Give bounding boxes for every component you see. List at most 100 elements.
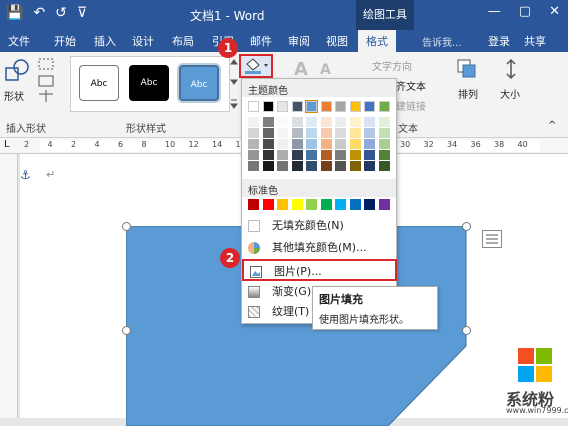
theme-shade-swatch[interactable] bbox=[378, 150, 390, 160]
theme-shade-swatch[interactable] bbox=[335, 117, 346, 127]
tab-review[interactable]: 审阅 bbox=[288, 33, 310, 49]
customize-qat-icon[interactable]: ⊽ bbox=[77, 5, 87, 21]
theme-color-swatch[interactable] bbox=[291, 101, 303, 112]
theme-shade-swatch[interactable] bbox=[291, 128, 303, 138]
standard-color-swatch[interactable] bbox=[306, 199, 317, 210]
theme-shade-swatch[interactable] bbox=[277, 139, 288, 149]
edit-shape-icons[interactable] bbox=[36, 56, 58, 106]
vertical-ruler[interactable] bbox=[0, 154, 18, 418]
theme-shade-swatch[interactable] bbox=[335, 161, 346, 171]
theme-shade-swatch[interactable] bbox=[320, 139, 332, 149]
theme-shade-swatch[interactable] bbox=[306, 139, 317, 149]
share-button[interactable]: 共享 bbox=[524, 33, 546, 49]
theme-shade-swatch[interactable] bbox=[306, 128, 317, 138]
theme-shade-swatch[interactable] bbox=[349, 150, 361, 160]
standard-color-swatch[interactable] bbox=[364, 199, 375, 210]
standard-color-swatch[interactable] bbox=[277, 199, 288, 210]
theme-color-swatch[interactable] bbox=[248, 101, 259, 112]
theme-shade-swatch[interactable] bbox=[364, 161, 375, 171]
arrange-icon[interactable] bbox=[456, 58, 478, 80]
theme-color-swatch[interactable] bbox=[262, 101, 274, 112]
theme-shade-swatch[interactable] bbox=[364, 150, 375, 160]
theme-shade-swatch[interactable] bbox=[291, 161, 303, 171]
resize-handle-top-left[interactable] bbox=[122, 222, 131, 231]
theme-shade-swatch[interactable] bbox=[262, 161, 274, 171]
layout-options-icon[interactable] bbox=[482, 230, 502, 248]
resize-handle-left[interactable] bbox=[122, 326, 131, 335]
theme-shade-swatch[interactable] bbox=[378, 128, 390, 138]
theme-shade-swatch[interactable] bbox=[349, 128, 361, 138]
theme-shade-swatch[interactable] bbox=[320, 128, 332, 138]
tab-design[interactable]: 设计 bbox=[132, 33, 154, 49]
standard-color-swatch[interactable] bbox=[262, 199, 274, 210]
tab-selector[interactable]: L bbox=[4, 139, 10, 150]
text-direction-button[interactable]: 文字方向 bbox=[372, 58, 412, 73]
standard-color-swatch[interactable] bbox=[320, 199, 332, 210]
resize-handle-top-right[interactable] bbox=[462, 222, 471, 231]
theme-shade-swatch[interactable] bbox=[262, 128, 274, 138]
standard-color-swatch[interactable] bbox=[335, 199, 346, 210]
style-sample-outline[interactable]: Abc bbox=[79, 65, 119, 101]
style-sample-black[interactable]: Abc bbox=[129, 65, 169, 101]
theme-shade-swatch[interactable] bbox=[335, 128, 346, 138]
undo-icon[interactable]: ↶ bbox=[33, 5, 45, 21]
theme-color-swatch[interactable] bbox=[378, 101, 390, 112]
tab-layout[interactable]: 布局 bbox=[172, 33, 194, 49]
tell-me-search[interactable]: 告诉我... bbox=[422, 34, 462, 49]
theme-shade-swatch[interactable] bbox=[364, 139, 375, 149]
theme-shade-swatch[interactable] bbox=[291, 150, 303, 160]
resize-handle-right[interactable] bbox=[462, 326, 471, 335]
size-icon[interactable] bbox=[500, 58, 522, 80]
theme-color-swatch[interactable] bbox=[364, 101, 375, 112]
theme-color-swatch[interactable] bbox=[349, 101, 361, 112]
theme-shade-swatch[interactable] bbox=[349, 161, 361, 171]
align-text-button[interactable]: 齐文本 bbox=[396, 78, 426, 93]
tab-mailings[interactable]: 邮件 bbox=[250, 33, 272, 49]
theme-shade-swatch[interactable] bbox=[349, 139, 361, 149]
theme-shade-swatch[interactable] bbox=[349, 117, 361, 127]
theme-shade-swatch[interactable] bbox=[277, 150, 288, 160]
theme-shade-swatch[interactable] bbox=[335, 139, 346, 149]
theme-shade-swatch[interactable] bbox=[277, 117, 288, 127]
style-sample-blue[interactable]: Abc bbox=[179, 65, 219, 101]
theme-shade-swatch[interactable] bbox=[378, 139, 390, 149]
theme-shade-swatch[interactable] bbox=[248, 139, 259, 149]
redo-icon[interactable]: ↺ bbox=[55, 5, 67, 21]
tab-view[interactable]: 视图 bbox=[326, 33, 348, 49]
theme-shade-swatch[interactable] bbox=[262, 139, 274, 149]
restore-button[interactable]: ▢ bbox=[519, 4, 531, 19]
theme-shade-swatch[interactable] bbox=[277, 161, 288, 171]
theme-shade-swatch[interactable] bbox=[306, 150, 317, 160]
standard-color-swatch[interactable] bbox=[291, 199, 303, 210]
theme-shade-swatch[interactable] bbox=[291, 117, 303, 127]
standard-color-swatch[interactable] bbox=[248, 199, 259, 210]
shape-fill-button[interactable] bbox=[239, 54, 273, 78]
shapes-icon[interactable] bbox=[4, 58, 30, 84]
size-button[interactable]: 大小 bbox=[500, 86, 520, 101]
theme-shade-swatch[interactable] bbox=[320, 150, 332, 160]
theme-color-swatch[interactable] bbox=[320, 101, 332, 112]
theme-shade-swatch[interactable] bbox=[364, 128, 375, 138]
tab-file[interactable]: 文件 bbox=[8, 33, 30, 49]
collapse-ribbon-icon[interactable]: ^ bbox=[548, 120, 556, 131]
create-link-button[interactable]: 建链接 bbox=[396, 98, 426, 113]
theme-shade-swatch[interactable] bbox=[262, 150, 274, 160]
more-fill-colors-item[interactable]: 其他填充颜色(M)... bbox=[242, 237, 396, 259]
theme-shade-swatch[interactable] bbox=[277, 128, 288, 138]
theme-shade-swatch[interactable] bbox=[378, 161, 390, 171]
theme-shade-swatch[interactable] bbox=[320, 161, 332, 171]
tab-home[interactable]: 开始 bbox=[54, 33, 76, 49]
gallery-scroll-icon[interactable] bbox=[230, 58, 238, 110]
minimize-button[interactable]: — bbox=[488, 4, 501, 19]
theme-shade-swatch[interactable] bbox=[248, 161, 259, 171]
theme-color-swatch[interactable] bbox=[335, 101, 346, 112]
shapes-button[interactable]: 形状 bbox=[4, 88, 24, 103]
picture-fill-item[interactable]: 图片(P)... bbox=[242, 259, 397, 281]
save-icon[interactable]: 💾 bbox=[6, 5, 23, 21]
no-fill-item[interactable]: 无填充颜色(N) bbox=[242, 215, 396, 237]
theme-color-swatch[interactable] bbox=[305, 100, 318, 113]
theme-shade-swatch[interactable] bbox=[335, 150, 346, 160]
wordart-text-icons[interactable]: A A bbox=[292, 58, 342, 80]
standard-color-swatch[interactable] bbox=[349, 199, 361, 210]
theme-shade-swatch[interactable] bbox=[248, 117, 259, 127]
